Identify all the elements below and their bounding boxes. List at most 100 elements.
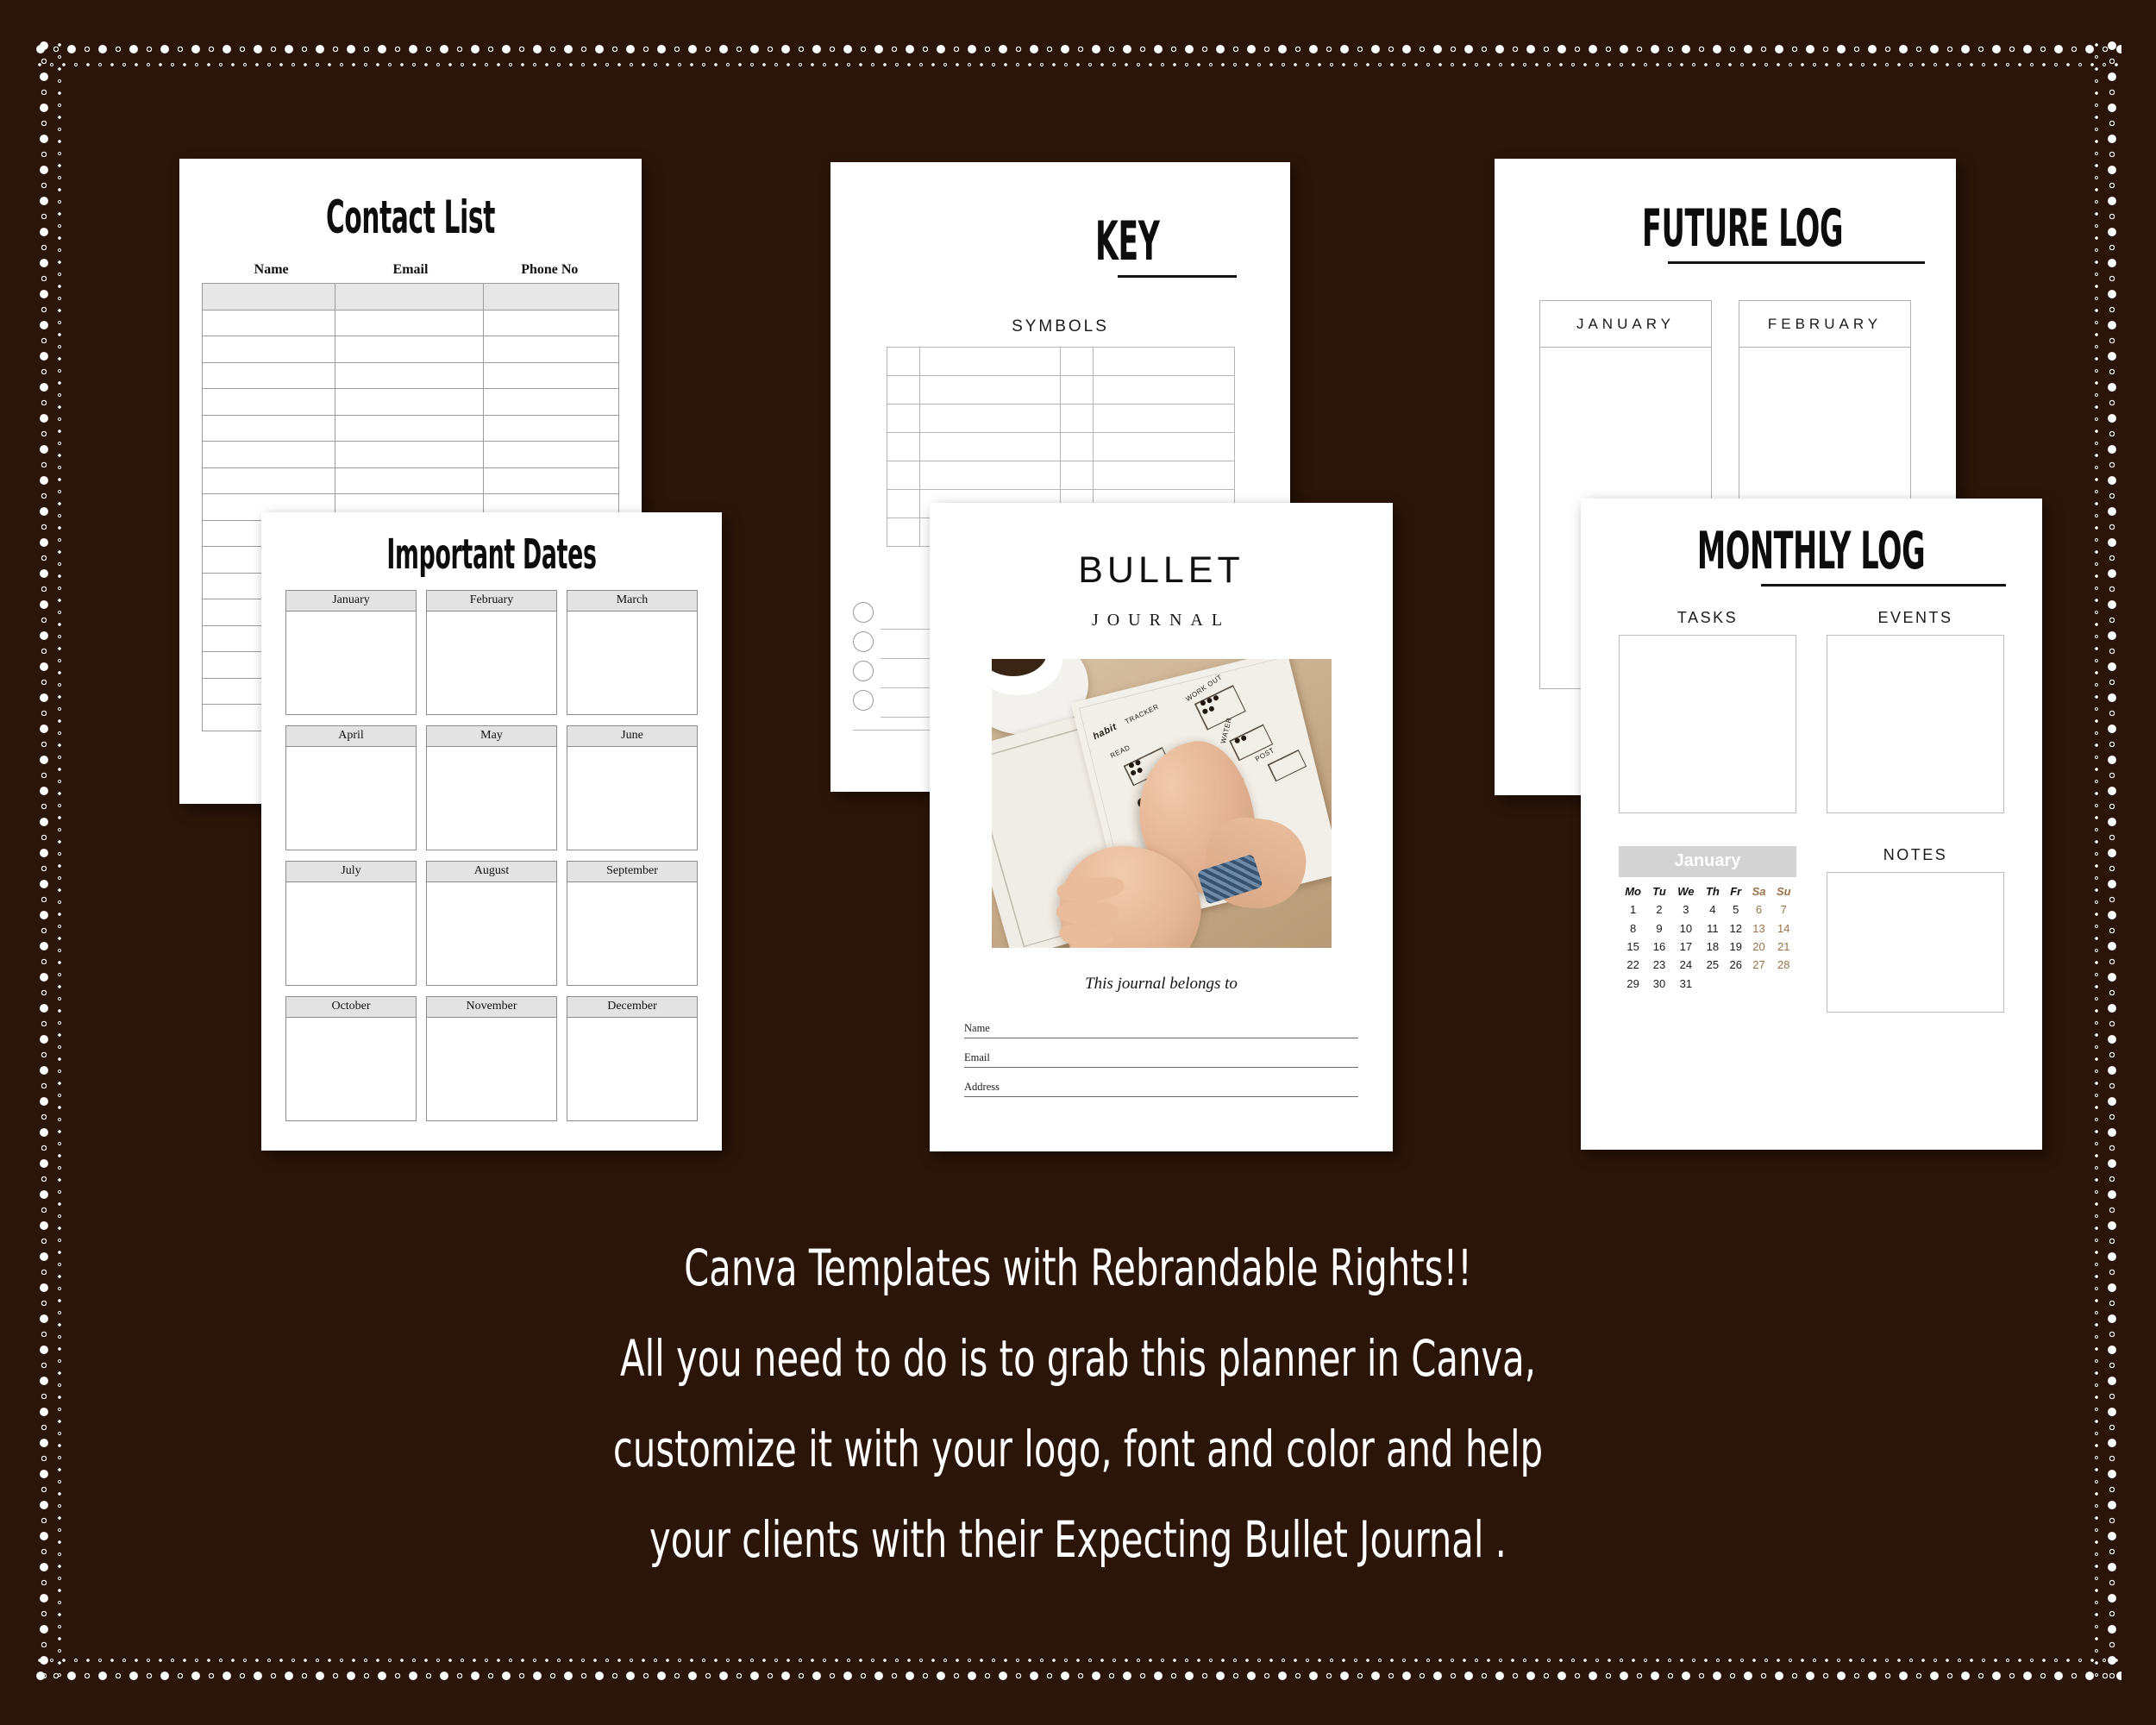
table-cell[interactable] — [886, 375, 920, 405]
table-cell[interactable] — [483, 441, 619, 468]
important-dates-month-cell[interactable]: May — [426, 725, 557, 850]
important-dates-month-cell[interactable]: August — [426, 861, 557, 986]
calendar-day-cell[interactable]: 16 — [1647, 938, 1671, 956]
page-monthly-log[interactable]: MONTHLY LOG TASKS EVENTS January Mo Tu We T… — [1581, 499, 2042, 1150]
calendar-table[interactable]: Mo Tu We Th Fr Sa Su 1 2 3 4 5 6 7 8 9 10 11 12 13 14 15 16 17… — [1619, 881, 1796, 993]
table-row[interactable] — [886, 375, 1235, 405]
table-cell[interactable] — [202, 309, 335, 336]
calendar-day-cell[interactable]: 28 — [1771, 956, 1796, 974]
calendar-day-cell[interactable]: 2 — [1647, 900, 1671, 919]
table-cell[interactable] — [335, 283, 484, 310]
table-cell[interactable] — [1092, 375, 1235, 405]
calendar-day-cell[interactable]: 20 — [1746, 938, 1771, 956]
cover-field-address[interactable]: Address — [964, 1068, 1358, 1097]
table-cell[interactable] — [1092, 461, 1235, 490]
month-entry-area[interactable] — [426, 612, 557, 715]
important-dates-month-cell[interactable]: July — [285, 861, 417, 986]
important-dates-month-cell[interactable]: October — [285, 996, 417, 1121]
table-cell[interactable] — [202, 388, 335, 416]
table-cell[interactable] — [1059, 461, 1094, 490]
cover-field-email[interactable]: Email — [964, 1038, 1358, 1068]
table-row[interactable] — [886, 432, 1235, 461]
month-entry-area[interactable] — [285, 882, 417, 986]
table-cell[interactable] — [918, 375, 1061, 405]
table-cell[interactable] — [483, 467, 619, 494]
table-cell[interactable] — [1059, 404, 1094, 433]
monthly-log-calendar-block[interactable]: January Mo Tu We Th Fr Sa Su 1 2 3 4 5 6 7 8 9 10 11 12 13… — [1619, 846, 1796, 1013]
calendar-day-cell[interactable]: 13 — [1746, 919, 1771, 937]
month-entry-area[interactable] — [567, 747, 698, 850]
month-entry-area[interactable] — [426, 1018, 557, 1121]
table-cell[interactable] — [886, 432, 920, 461]
table-cell[interactable] — [918, 404, 1061, 433]
calendar-day-cell[interactable]: 30 — [1647, 975, 1671, 993]
month-entry-area[interactable] — [567, 612, 698, 715]
calendar-day-cell[interactable]: 15 — [1619, 938, 1647, 956]
table-row[interactable] — [202, 414, 619, 442]
important-dates-month-cell[interactable]: November — [426, 996, 557, 1121]
calendar-day-cell[interactable]: 22 — [1619, 956, 1647, 974]
calendar-day-cell[interactable]: 14 — [1771, 919, 1796, 937]
calendar-day-cell[interactable]: 25 — [1701, 956, 1725, 974]
calendar-day-cell[interactable]: 5 — [1725, 900, 1747, 919]
circle-bullet-icon[interactable] — [853, 602, 874, 623]
calendar-day-cell[interactable]: 10 — [1671, 919, 1701, 937]
table-row[interactable] — [202, 467, 619, 494]
table-cell[interactable] — [886, 404, 920, 433]
table-row[interactable] — [886, 461, 1235, 490]
month-entry-area[interactable] — [567, 1018, 698, 1121]
table-row[interactable] — [202, 283, 619, 310]
monthly-log-tasks-block[interactable]: TASKS — [1619, 609, 1796, 813]
table-cell[interactable] — [335, 414, 484, 442]
calendar-day-cell[interactable]: 6 — [1746, 900, 1771, 919]
table-cell[interactable] — [886, 347, 920, 376]
table-cell[interactable] — [918, 461, 1061, 490]
calendar-day-cell[interactable]: 4 — [1701, 900, 1725, 919]
table-row[interactable] — [202, 361, 619, 389]
page-bullet-journal-cover[interactable]: BULLET JOURNAL habit TRACKER WORK OUT RE… — [930, 503, 1393, 1151]
table-cell[interactable] — [335, 441, 484, 468]
table-cell[interactable] — [1059, 375, 1094, 405]
month-entry-area[interactable] — [285, 1018, 417, 1121]
table-cell[interactable] — [202, 441, 335, 468]
table-row[interactable] — [886, 404, 1235, 433]
month-entry-area[interactable] — [426, 882, 557, 986]
table-cell[interactable] — [335, 336, 484, 363]
circle-bullet-icon[interactable] — [853, 631, 874, 652]
table-row[interactable] — [202, 309, 619, 336]
month-entry-area[interactable] — [567, 882, 698, 986]
calendar-day-cell[interactable]: 29 — [1619, 975, 1647, 993]
table-cell[interactable] — [886, 518, 920, 547]
monthly-log-notes-block[interactable]: NOTES — [1827, 846, 2004, 1013]
table-cell[interactable] — [918, 347, 1061, 376]
table-cell[interactable] — [202, 336, 335, 363]
calendar-day-cell[interactable]: 17 — [1671, 938, 1701, 956]
important-dates-month-cell[interactable]: December — [567, 996, 698, 1121]
circle-bullet-icon[interactable] — [853, 690, 874, 711]
calendar-day-cell[interactable]: 8 — [1619, 919, 1647, 937]
table-row[interactable] — [202, 388, 619, 416]
calendar-day-cell[interactable]: 31 — [1671, 975, 1701, 993]
calendar-day-cell[interactable]: 3 — [1671, 900, 1701, 919]
table-cell[interactable] — [483, 361, 619, 389]
calendar-day-cell[interactable]: 11 — [1701, 919, 1725, 937]
table-row[interactable] — [886, 347, 1235, 376]
table-cell[interactable] — [886, 489, 920, 518]
table-row[interactable] — [202, 336, 619, 363]
important-dates-month-cell[interactable]: January — [285, 590, 417, 715]
calendar-day-cell[interactable]: 18 — [1701, 938, 1725, 956]
cover-field-name[interactable]: Name — [964, 1009, 1358, 1038]
calendar-day-cell[interactable]: 27 — [1746, 956, 1771, 974]
calendar-day-cell[interactable]: 23 — [1647, 956, 1671, 974]
calendar-day-cell[interactable]: 24 — [1671, 956, 1701, 974]
calendar-day-cell[interactable]: 12 — [1725, 919, 1747, 937]
calendar-day-cell[interactable]: 26 — [1725, 956, 1747, 974]
table-cell[interactable] — [886, 461, 920, 490]
table-cell[interactable] — [483, 336, 619, 363]
table-cell[interactable] — [202, 283, 335, 310]
important-dates-month-cell[interactable]: March — [567, 590, 698, 715]
table-cell[interactable] — [335, 467, 484, 494]
table-cell[interactable] — [335, 309, 484, 336]
important-dates-month-cell[interactable]: April — [285, 725, 417, 850]
table-cell[interactable] — [202, 467, 335, 494]
